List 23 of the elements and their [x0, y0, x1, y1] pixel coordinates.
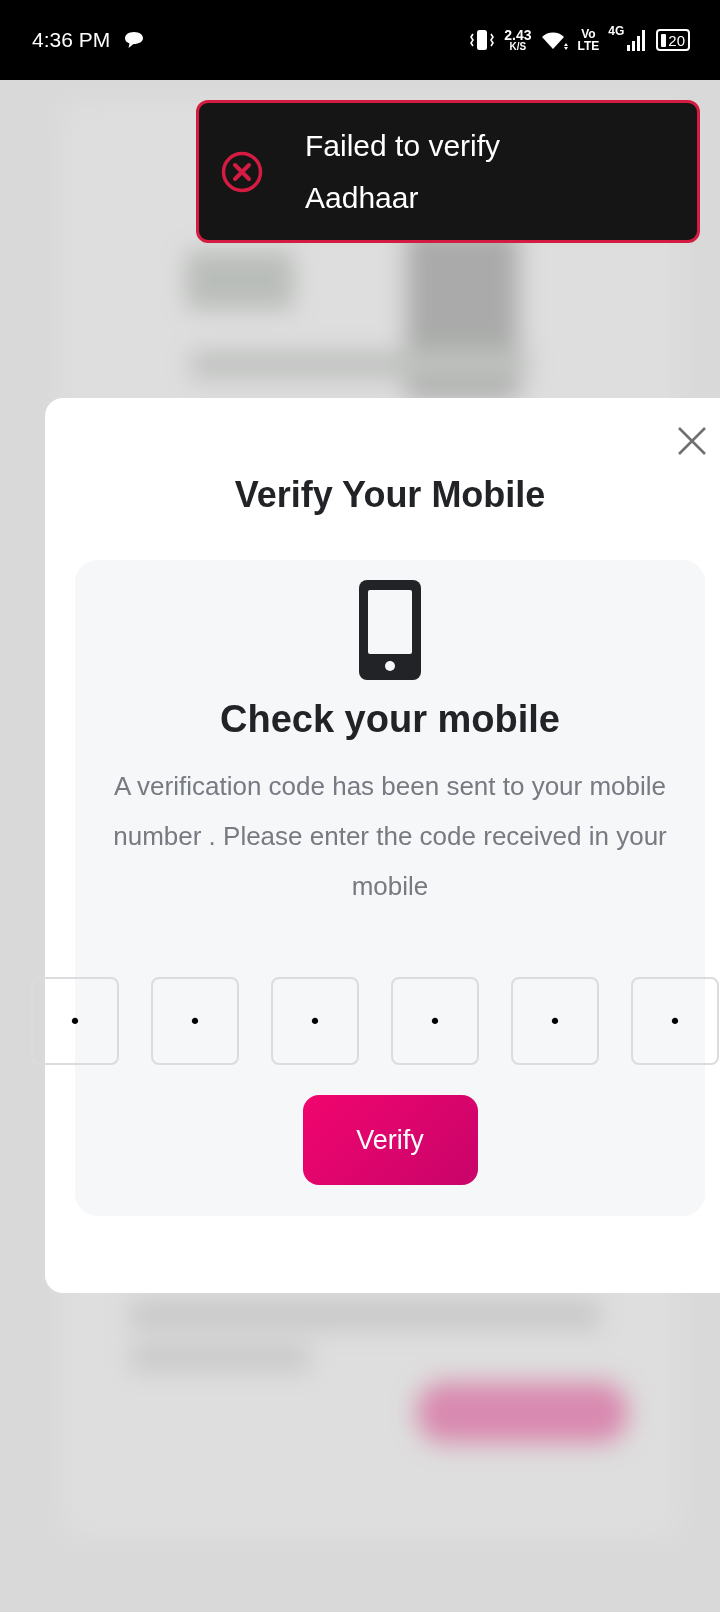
code-digit-field[interactable]: • — [511, 977, 599, 1065]
network-type: 4G — [608, 24, 625, 38]
toast-message: Failed to verify Aadhaar — [305, 127, 502, 216]
volte-label: LTE — [577, 40, 600, 52]
network-speed: 2.43 — [504, 28, 532, 42]
speed-unit: K/S — [509, 42, 527, 52]
volte-label: Vo — [581, 28, 596, 40]
signal-icon — [627, 29, 648, 51]
chat-bubble-icon — [124, 31, 145, 49]
vibrate-icon — [469, 29, 496, 51]
verify-button[interactable]: Verify — [302, 1095, 478, 1185]
code-digit-field[interactable]: • — [151, 977, 239, 1065]
code-digit-field[interactable]: • — [631, 977, 719, 1065]
code-digit-field[interactable]: • — [31, 977, 119, 1065]
code-digit-field[interactable]: • — [271, 977, 359, 1065]
battery-indicator: 20 — [656, 29, 690, 51]
check-heading: Check your mobile — [220, 698, 560, 741]
instruction-text: A verification code has been sent to your mobile number . Please enter the code received in your mobile — [112, 770, 668, 903]
error-icon — [221, 150, 263, 193]
clock-time: 4:36 PM — [32, 28, 111, 52]
smartphone-icon — [359, 580, 421, 680]
code-digit-field[interactable]: • — [391, 977, 479, 1065]
dialog-title: Verify Your Mobile — [233, 474, 547, 516]
